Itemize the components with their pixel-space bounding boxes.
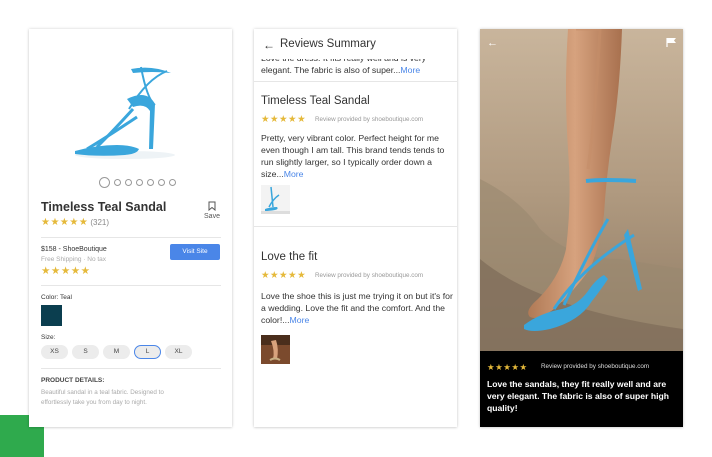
size-option-l[interactable]: L [134,345,161,359]
bookmark-icon [208,201,216,211]
shipping-line: Free Shipping · No tax [41,256,107,263]
image-carousel-dots[interactable] [99,177,176,188]
product-image[interactable] [67,59,187,169]
reviews-summary-panel: ← Reviews Summary Love the dress. It fit… [254,29,457,427]
color-label: Color: Teal [41,294,72,301]
review-text: Love the shoe this is just me trying it … [261,290,453,326]
review-provider: Review provided by shoeboutique.com [315,272,424,279]
divider [254,81,457,82]
review-provider: Review provided by shoeboutique.com [541,363,650,370]
save-button[interactable]: Save [203,201,221,220]
divider [41,237,221,238]
size-label: Size: [41,334,56,341]
review-photo[interactable] [480,29,683,351]
product-details-text: Beautiful sandal in a teal fabric. Desig… [41,389,164,406]
carousel-dot-active[interactable] [99,177,110,188]
carousel-dot[interactable] [147,179,154,186]
review-count: (321) [90,218,110,227]
arrow-left-icon[interactable]: ← [487,37,498,49]
product-rating[interactable]: ★★★★★ (321) [41,217,109,228]
review-stars: ★★★★★ [261,114,307,125]
seller-rating: ★★★★★ [41,265,91,277]
reviews-header: ← Reviews Summary [254,29,457,59]
more-link[interactable]: More [284,169,304,179]
size-option-xs[interactable]: XS [41,345,68,359]
review-stars: ★★★★★ [261,270,307,281]
carousel-dot[interactable] [158,179,165,186]
size-option-xl[interactable]: XL [165,345,192,359]
product-details-label: PRODUCT DETAILS: [41,377,105,384]
more-link[interactable]: More [400,65,420,75]
size-selector: XS S M L XL [41,345,192,359]
review-stars: ★★★★★ [487,362,528,372]
page-title: Reviews Summary [280,38,376,50]
color-swatch-teal[interactable] [41,305,62,326]
review-title: Timeless Teal Sandal [261,95,370,107]
review-thumbnail[interactable] [261,185,290,214]
product-title: Timeless Teal Sandal [41,200,167,214]
star-rating: ★★★★★ [41,217,89,228]
save-label: Save [204,213,220,220]
divider [41,368,221,369]
carousel-dot[interactable] [169,179,176,186]
review-thumbnail[interactable] [261,335,290,364]
visit-site-button[interactable]: Visit Site [170,244,220,260]
arrow-left-icon[interactable]: ← [263,38,275,52]
flag-icon[interactable] [666,37,677,48]
divider [41,285,221,286]
more-link[interactable]: More [290,315,310,325]
review-text: Pretty, very vibrant color. Perfect heig… [261,132,453,180]
photo-review-panel: ← ★★★★★ Review provided by shoeboutique.… [480,29,683,427]
divider [254,226,457,227]
size-option-m[interactable]: M [103,345,130,359]
size-option-s[interactable]: S [72,345,99,359]
review-title: Love the fit [261,251,318,263]
carousel-dot[interactable] [125,179,132,186]
carousel-dot[interactable] [114,179,121,186]
carousel-dot[interactable] [136,179,143,186]
price-line: $158 - ShoeBoutique [41,246,107,253]
review-text: Love the sandals, they fit really well a… [487,379,669,413]
product-detail-panel: Timeless Teal Sandal ★★★★★ (321) Save $15… [29,29,232,427]
review-provider: Review provided by shoeboutique.com [315,116,424,123]
